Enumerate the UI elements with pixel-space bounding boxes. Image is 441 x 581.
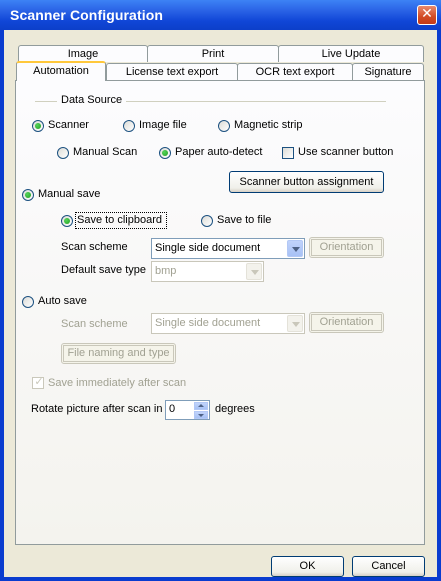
- scanner-button-assignment-button[interactable]: Scanner button assignment: [229, 171, 384, 193]
- radio-manual-save[interactable]: [22, 189, 34, 201]
- file-naming-and-type-button[interactable]: File naming and type: [61, 343, 176, 364]
- chevron-down-icon[interactable]: [287, 240, 303, 257]
- radio-magnetic-strip-label[interactable]: Magnetic strip: [234, 119, 302, 131]
- rotate-degrees-stepper[interactable]: 0: [165, 400, 210, 420]
- tab-automation[interactable]: Automation: [16, 61, 106, 81]
- auto-orientation-button[interactable]: Orientation: [309, 312, 384, 333]
- group-divider: [35, 101, 57, 102]
- radio-manual-scan[interactable]: [57, 147, 69, 159]
- radio-image-file-label[interactable]: Image file: [139, 119, 187, 131]
- radio-manual-scan-label[interactable]: Manual Scan: [73, 146, 137, 158]
- close-icon: ✕: [421, 6, 433, 22]
- data-source-heading: Data Source: [61, 94, 123, 106]
- default-save-type-select[interactable]: bmp: [151, 261, 264, 282]
- tab-print[interactable]: Print: [147, 45, 279, 62]
- group-divider: [126, 101, 386, 102]
- radio-paper-auto-detect-label[interactable]: Paper auto-detect: [175, 146, 262, 158]
- auto-scan-scheme-select[interactable]: Single side document: [151, 313, 305, 334]
- tab-label: OCR text export: [255, 66, 335, 78]
- scan-scheme-select[interactable]: Single side document: [151, 238, 305, 259]
- scan-scheme-label: Scan scheme: [61, 241, 128, 253]
- tab-label: Live Update: [321, 48, 381, 60]
- rotate-label: Rotate picture after scan in: [31, 403, 163, 415]
- tab-ocr-text-export[interactable]: OCR text export: [237, 63, 353, 80]
- use-scanner-button-label[interactable]: Use scanner button: [298, 146, 393, 158]
- tab-label: Print: [201, 48, 225, 60]
- tab-signature[interactable]: Signature: [352, 63, 424, 80]
- button-label: Scanner button assignment: [239, 176, 374, 188]
- button-label: Orientation: [319, 241, 374, 253]
- auto-scan-scheme-value: Single side document: [155, 317, 261, 329]
- radio-scanner-label[interactable]: Scanner: [48, 119, 89, 131]
- radio-paper-auto-detect[interactable]: [159, 147, 171, 159]
- radio-magnetic-strip[interactable]: [218, 120, 230, 132]
- tab-label: Signature: [364, 66, 412, 78]
- title-bar[interactable]: Scanner Configuration ✕: [0, 0, 441, 30]
- tab-label: Image: [67, 48, 99, 60]
- rotate-degrees-value[interactable]: 0: [169, 403, 175, 415]
- use-scanner-button-checkbox[interactable]: [282, 147, 294, 159]
- radio-image-file[interactable]: [123, 120, 135, 132]
- rotate-unit-label: degrees: [215, 403, 255, 415]
- save-immediately-checkbox[interactable]: ✓: [32, 376, 44, 389]
- cancel-button[interactable]: Cancel: [352, 556, 425, 577]
- window-title: Scanner Configuration: [10, 7, 163, 23]
- radio-save-to-file[interactable]: [201, 215, 213, 227]
- radio-save-to-file-label[interactable]: Save to file: [217, 214, 271, 226]
- tab-label: License text export: [125, 66, 219, 78]
- radio-manual-save-label[interactable]: Manual save: [38, 188, 100, 200]
- checkmark-icon: ✓: [34, 376, 44, 388]
- chevron-down-icon[interactable]: [246, 263, 262, 280]
- button-label: File naming and type: [67, 347, 170, 359]
- spin-up-icon[interactable]: [194, 402, 208, 410]
- radio-auto-save[interactable]: [22, 296, 34, 308]
- tab-image[interactable]: Image: [18, 45, 148, 62]
- orientation-button[interactable]: Orientation: [309, 237, 384, 258]
- button-label: Orientation: [319, 316, 374, 328]
- tab-license-text-export[interactable]: License text export: [106, 63, 238, 80]
- spin-down-icon[interactable]: [194, 411, 208, 419]
- default-save-type-value: bmp: [155, 265, 177, 277]
- tab-live-update[interactable]: Live Update: [278, 45, 424, 62]
- save-immediately-label[interactable]: Save immediately after scan: [48, 377, 186, 389]
- tab-label: Automation: [33, 65, 89, 77]
- chevron-down-icon[interactable]: [287, 315, 303, 332]
- default-save-type-label: Default save type: [61, 264, 146, 276]
- auto-scan-scheme-label: Scan scheme: [61, 318, 128, 330]
- scan-scheme-value: Single side document: [155, 242, 261, 254]
- radio-scanner[interactable]: [32, 120, 44, 132]
- radio-save-to-clipboard[interactable]: [61, 215, 73, 227]
- button-label: Cancel: [371, 560, 406, 572]
- radio-auto-save-label[interactable]: Auto save: [38, 295, 87, 307]
- close-button[interactable]: ✕: [417, 5, 437, 25]
- button-label: OK: [299, 560, 316, 572]
- radio-save-to-clipboard-label[interactable]: Save to clipboard: [77, 214, 162, 226]
- ok-button[interactable]: OK: [271, 556, 344, 577]
